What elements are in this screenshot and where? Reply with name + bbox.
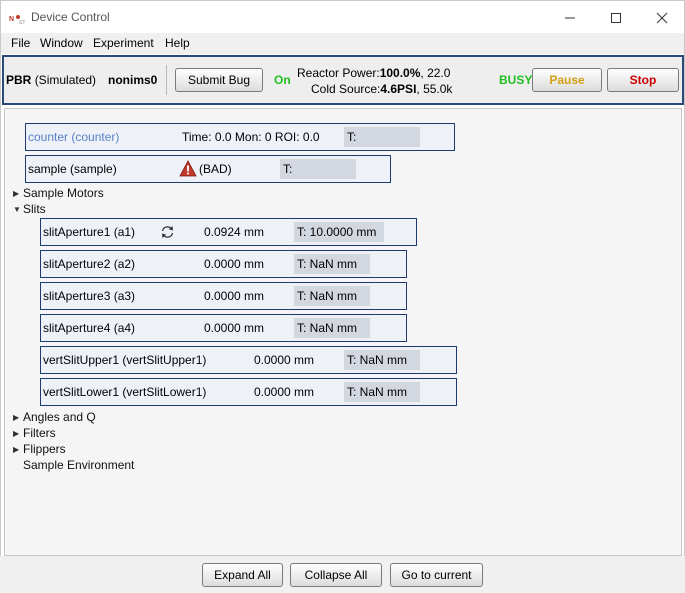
slit-panel[interactable]: slitAperture4 (a4) 0.0000 mm T: NaN mm (40, 314, 407, 342)
svg-text:N: N (9, 16, 14, 23)
slit-panel[interactable]: slitAperture2 (a2) 0.0000 mm T: NaN mm (40, 250, 407, 278)
window-title: Device Control (31, 10, 110, 24)
reactor-power-extra: , 22.0 (420, 66, 451, 80)
slit-target[interactable]: T: NaN mm (294, 286, 370, 306)
tree-label-slits: Slits (23, 202, 46, 216)
slit-value: 0.0000 mm (204, 321, 265, 335)
slit-panel[interactable]: slitAperture1 (a1) 0.0924 mm T: 10.0000 … (40, 218, 417, 246)
menu-bar: File Window Experiment Help (0, 33, 685, 54)
tree-label-angles: Angles and Q (23, 410, 96, 424)
sample-target[interactable]: T: (280, 159, 356, 179)
counter-target[interactable]: T: (344, 127, 420, 147)
user-name: nonims0 (108, 73, 158, 87)
reactor-power-value: 100.0% (379, 66, 421, 80)
title-bar: N ST Device Control (0, 0, 685, 33)
tree-node-sample-motors[interactable]: ▶ Sample Motors (13, 186, 104, 200)
slit-label: slitAperture3 (a3) (43, 289, 136, 303)
slit-target[interactable]: T: NaN mm (294, 318, 370, 338)
pause-button[interactable]: Pause (532, 68, 602, 92)
slit-label: slitAperture4 (a4) (43, 321, 136, 335)
slit-target[interactable]: T: NaN mm (344, 382, 420, 402)
app-logo-icon: N ST (9, 15, 25, 25)
slit-target[interactable]: T: NaN mm (294, 254, 370, 274)
footer-bar: Expand All Collapse All Go to current (0, 556, 685, 593)
warning-icon (179, 160, 197, 177)
tree-node-flippers[interactable]: ▶ Flippers (13, 442, 66, 456)
tree-node-sample-environment[interactable]: Sample Environment (13, 458, 134, 472)
slit-label: vertSlitLower1 (vertSlitLower1) (43, 385, 207, 399)
counter-label: counter (counter) (28, 130, 120, 144)
chevron-right-icon: ▶ (13, 428, 20, 438)
slit-value: 0.0000 mm (204, 289, 265, 303)
slit-panel[interactable]: vertSlitLower1 (vertSlitLower1) 0.0000 m… (40, 378, 457, 406)
slit-label: slitAperture2 (a2) (43, 257, 136, 271)
chevron-down-icon: ▼ (13, 204, 21, 214)
stop-button[interactable]: Stop (607, 68, 679, 92)
tree-node-filters[interactable]: ▶ Filters (13, 426, 56, 440)
menu-help[interactable]: Help (165, 36, 190, 50)
minimize-button[interactable] (547, 1, 593, 34)
slit-value: 0.0000 mm (204, 257, 265, 271)
close-icon (656, 12, 668, 23)
maximize-button[interactable] (593, 1, 639, 34)
reactor-power-label: Reactor Power: (297, 66, 380, 80)
sample-panel[interactable]: sample (sample) (BAD) T: (25, 155, 391, 183)
cold-source: Cold Source:4.6PSI, 55.0k (311, 82, 452, 96)
sample-status: (BAD) (199, 162, 232, 176)
slit-target[interactable]: T: 10.0000 mm (294, 222, 384, 242)
slit-label: slitAperture1 (a1) (43, 225, 136, 239)
menu-file[interactable]: File (11, 36, 30, 50)
chevron-right-icon: ▶ (13, 188, 20, 198)
toolbar-divider (166, 65, 167, 95)
slit-value: 0.0000 mm (254, 353, 315, 367)
menu-experiment[interactable]: Experiment (93, 36, 154, 50)
slit-panel[interactable]: slitAperture3 (a3) 0.0000 mm T: NaN mm (40, 282, 407, 310)
menu-window[interactable]: Window (40, 36, 83, 50)
slit-panel[interactable]: vertSlitUpper1 (vertSlitUpper1) 0.0000 m… (40, 346, 457, 374)
status-toolbar: PBR (Simulated) nonims0 Submit Bug On Re… (2, 55, 684, 105)
counter-panel[interactable]: counter (counter) Time: 0.0 Mon: 0 ROI: … (25, 123, 455, 151)
slit-value: 0.0924 mm (204, 225, 265, 239)
expand-all-button[interactable]: Expand All (202, 563, 283, 587)
go-to-current-button[interactable]: Go to current (390, 563, 483, 587)
on-status: On (274, 73, 291, 87)
sample-label: sample (sample) (28, 162, 117, 176)
tree-label-filters: Filters (23, 426, 56, 440)
instrument-name: PBR (6, 73, 32, 87)
refresh-icon (161, 226, 174, 238)
chevron-right-icon: ▶ (13, 444, 20, 454)
slit-label: vertSlitUpper1 (vertSlitUpper1) (43, 353, 207, 367)
slit-target[interactable]: T: NaN mm (344, 350, 420, 370)
counter-status: Time: 0.0 Mon: 0 ROI: 0.0 (182, 130, 320, 144)
close-button[interactable] (639, 1, 685, 34)
tree-node-angles[interactable]: ▶ Angles and Q (13, 410, 96, 424)
tree-label-sample-motors: Sample Motors (23, 186, 104, 200)
tree-label-sample-environment: Sample Environment (23, 458, 135, 472)
tree-node-slits[interactable]: ▼ Slits (13, 202, 46, 216)
minimize-icon (565, 17, 575, 18)
cold-source-value: 4.6PSI (380, 82, 417, 96)
cold-source-label: Cold Source: (311, 82, 381, 96)
maximize-icon (611, 12, 621, 23)
tree-label-flippers: Flippers (23, 442, 66, 456)
collapse-all-button[interactable]: Collapse All (290, 563, 382, 587)
submit-bug-button[interactable]: Submit Bug (175, 68, 263, 92)
device-tree-panel: counter (counter) Time: 0.0 Mon: 0 ROI: … (4, 108, 682, 556)
cold-source-extra: , 55.0k (416, 82, 453, 96)
instrument-mode: (Simulated) (34, 73, 97, 87)
chevron-right-icon: ▶ (13, 412, 20, 422)
busy-status: BUSY (499, 73, 533, 87)
svg-text:ST: ST (19, 20, 25, 25)
reactor-power: Reactor Power:100.0%, 22.0 (297, 66, 450, 80)
slit-value: 0.0000 mm (254, 385, 315, 399)
